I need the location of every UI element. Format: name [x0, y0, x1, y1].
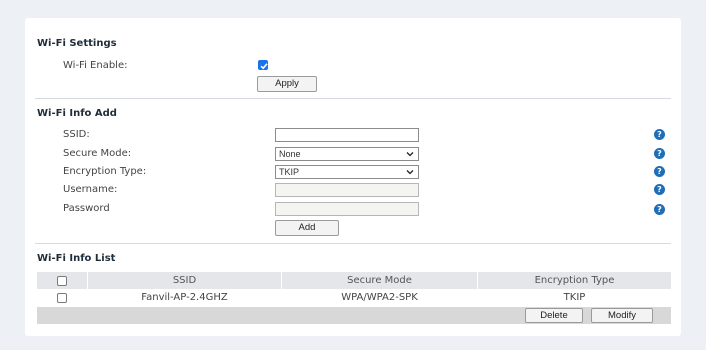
- section-title-wifi-info-add: Wi-Fi Info Add: [37, 108, 117, 119]
- help-icon[interactable]: ?: [654, 204, 665, 215]
- apply-button[interactable]: Apply: [257, 76, 317, 92]
- settings-panel: Wi-Fi Settings Wi-Fi Enable: Apply Wi-Fi…: [25, 18, 681, 336]
- row-secure-mode: WPA/WPA2-SPK: [341, 292, 418, 303]
- column-header-secure-mode: Secure Mode: [347, 275, 412, 286]
- divider: [35, 98, 671, 99]
- wifi-enable-label: Wi-Fi Enable:: [63, 60, 128, 71]
- username-label: Username:: [63, 184, 118, 195]
- table-header: SSID Secure Mode Encryption Type: [37, 272, 671, 289]
- row-ssid: Fanvil-AP-2.4GHZ: [141, 292, 228, 303]
- column-header-encryption-type: Encryption Type: [534, 275, 615, 286]
- add-button[interactable]: Add: [275, 220, 339, 236]
- table-row[interactable]: Fanvil-AP-2.4GHZ WPA/WPA2-SPK TKIP: [37, 289, 671, 307]
- checkbox-checked-icon: [260, 63, 268, 70]
- username-input[interactable]: [275, 183, 419, 197]
- encryption-type-label: Encryption Type:: [63, 166, 147, 177]
- secure-mode-value: None: [279, 149, 301, 159]
- table-footer: Delete Modify: [37, 307, 671, 324]
- ssid-label: SSID:: [63, 129, 90, 140]
- password-input[interactable]: [275, 202, 419, 216]
- encryption-type-value: TKIP: [279, 167, 300, 177]
- chevron-down-icon: [406, 152, 414, 157]
- row-encryption-type: TKIP: [563, 292, 586, 303]
- help-icon[interactable]: ?: [654, 166, 665, 177]
- section-title-wifi-settings: Wi-Fi Settings: [37, 38, 117, 49]
- ssid-input[interactable]: [275, 128, 419, 142]
- help-icon[interactable]: ?: [654, 184, 665, 195]
- divider: [35, 243, 671, 244]
- column-header-ssid: SSID: [172, 275, 197, 286]
- row-checkbox[interactable]: [57, 293, 67, 303]
- delete-button[interactable]: Delete: [525, 308, 583, 323]
- chevron-down-icon: [406, 170, 414, 175]
- modify-button[interactable]: Modify: [591, 308, 653, 323]
- help-icon[interactable]: ?: [654, 148, 665, 159]
- password-label: Password: [63, 203, 110, 214]
- help-icon[interactable]: ?: [654, 129, 665, 140]
- secure-mode-label: Secure Mode:: [63, 148, 132, 159]
- wifi-enable-checkbox[interactable]: [258, 60, 268, 70]
- section-title-wifi-info-list: Wi-Fi Info List: [37, 253, 116, 264]
- select-all-checkbox[interactable]: [57, 276, 67, 286]
- secure-mode-select[interactable]: None: [275, 147, 419, 161]
- encryption-type-select[interactable]: TKIP: [275, 165, 419, 179]
